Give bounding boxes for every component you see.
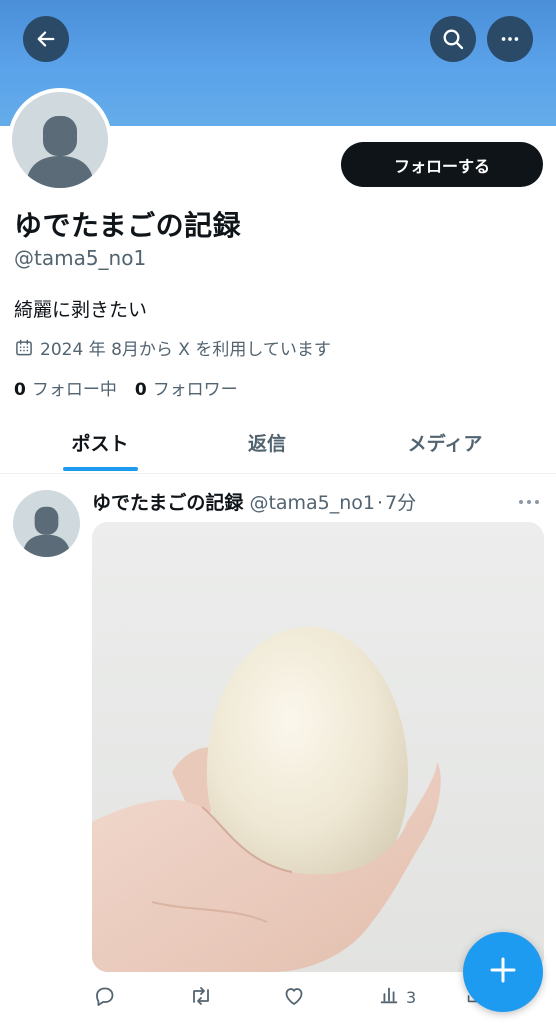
profile-bio: 綺麗に剥きたい — [14, 299, 148, 321]
followers-link[interactable]: 0 フォロワー — [135, 375, 238, 400]
repost-icon — [188, 984, 214, 1012]
like-button[interactable] — [282, 984, 306, 1012]
tab-replies[interactable]: 返信 — [207, 412, 327, 472]
join-date: 2024 年 8月から X を利用しています — [14, 335, 331, 360]
follow-counts: 0 フォロー中 0 フォロワー — [14, 375, 256, 400]
display-name: ゆでたまごの記録 — [14, 209, 242, 242]
join-date-text: 2024 年 8月から X を利用しています — [40, 340, 331, 360]
post-header: ゆでたまごの記録 @tama5_no1 · 7分 — [92, 488, 416, 515]
following-count: 0 — [14, 380, 26, 400]
post-more-button[interactable] — [514, 490, 544, 510]
user-handle: @tama5_no1 — [14, 246, 147, 270]
following-label: フォロー中 — [31, 380, 117, 400]
profile-avatar[interactable] — [8, 88, 112, 192]
default-avatar-icon — [26, 116, 94, 188]
back-button[interactable] — [23, 16, 69, 62]
tab-media[interactable]: メディア — [380, 412, 510, 472]
views-button[interactable]: 3 — [378, 984, 416, 1010]
profile-tabs: ポスト 返信 メディア — [0, 412, 556, 474]
post-separator: · — [377, 492, 384, 514]
following-link[interactable]: 0 フォロー中 — [14, 375, 117, 400]
repost-button[interactable] — [188, 984, 214, 1012]
calendar-icon — [14, 338, 34, 358]
post-author-name[interactable]: ゆでたまごの記録 — [92, 488, 243, 515]
compose-post-button[interactable] — [463, 932, 543, 1012]
post-avatar[interactable] — [13, 490, 80, 557]
search-icon — [441, 27, 465, 51]
search-button[interactable] — [430, 16, 476, 62]
post-image[interactable] — [92, 522, 544, 972]
followers-count: 0 — [134, 380, 147, 400]
post-author-handle[interactable]: @tama5_no1 — [249, 492, 375, 514]
post-timestamp[interactable]: 7分 — [385, 488, 416, 515]
plus-icon — [488, 955, 518, 989]
arrow-left-icon — [35, 28, 57, 50]
more-options-button[interactable] — [487, 16, 533, 62]
views-chart-icon — [378, 984, 400, 1010]
heart-icon — [282, 984, 306, 1012]
active-tab-indicator — [63, 467, 138, 471]
default-avatar-icon — [22, 506, 71, 557]
more-horizontal-icon — [517, 491, 541, 510]
more-horizontal-icon — [499, 28, 521, 50]
tab-posts[interactable]: ポスト — [40, 412, 160, 472]
followers-label: フォロワー — [152, 380, 238, 400]
views-count: 3 — [406, 987, 417, 1007]
reply-button[interactable] — [92, 984, 116, 1012]
reply-icon — [92, 984, 116, 1012]
egg-photo — [92, 522, 544, 972]
follow-button[interactable]: フォローする — [341, 142, 543, 187]
